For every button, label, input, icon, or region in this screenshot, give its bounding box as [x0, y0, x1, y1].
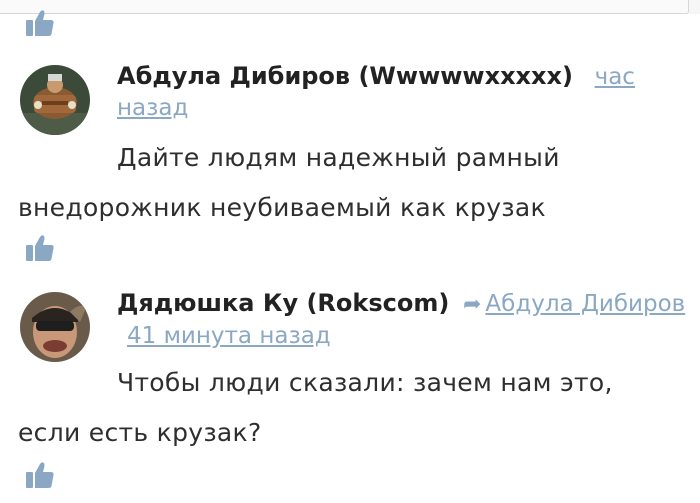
reply-to-link[interactable]: Абдула Дибиров [485, 291, 685, 317]
top-panel [0, 0, 689, 14]
like-button-previous[interactable] [24, 8, 56, 38]
comment-text: Чтобы люди сказали: зачем нам это, если … [18, 368, 613, 447]
comment-body-2: Чтобы люди сказали: зачем нам это, если … [18, 358, 683, 458]
thumbs-up-icon [26, 10, 54, 36]
avatar-image [20, 65, 90, 135]
like-button-2[interactable] [24, 460, 56, 490]
comment-author[interactable]: Абдула Дибиров (Wwwwwxxxxx) [117, 62, 573, 90]
avatar-image [20, 292, 90, 362]
comment-time-link[interactable]: 41 минута назад [127, 323, 331, 349]
comment-header-1: Абдула Дибиров (Wwwwwxxxxx) час назад [117, 61, 687, 123]
avatar-abdula[interactable] [20, 65, 90, 135]
thumbs-up-icon [26, 235, 54, 261]
thumbs-up-icon [26, 462, 54, 488]
reply-arrow-icon: ➦ [462, 292, 482, 317]
comment-text: Дайте людям надежный рамный внедорожник … [18, 143, 560, 222]
like-button-1[interactable] [24, 233, 56, 263]
top-panel-edge [0, 0, 700, 14]
avatar-rokscom[interactable] [20, 292, 90, 362]
comment-body-1: Дайте людям надежный рамный внедорожник … [18, 133, 683, 233]
comment-header-2: Дядюшка Ку (Rokscom) ➦ Абдула Дибиров 41 … [117, 288, 687, 351]
comment-author[interactable]: Дядюшка Ку (Rokscom) [117, 289, 449, 317]
